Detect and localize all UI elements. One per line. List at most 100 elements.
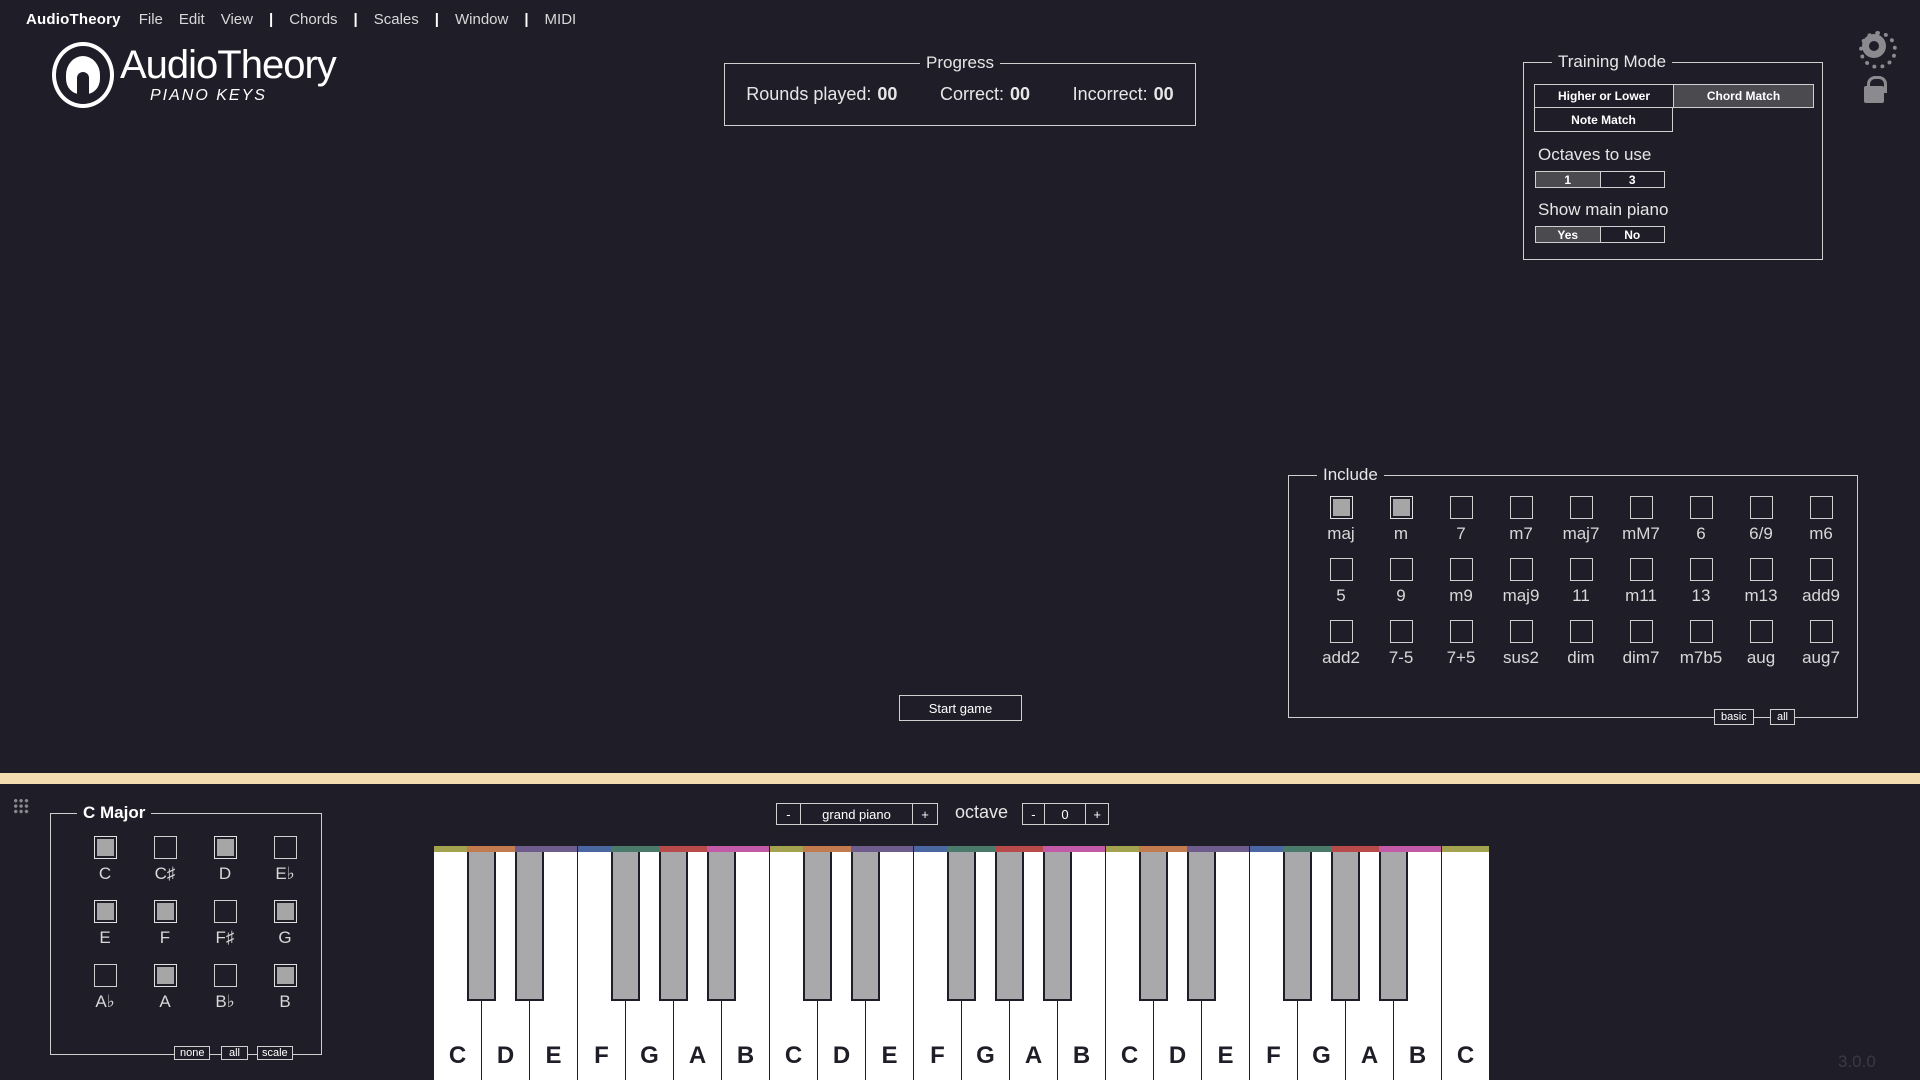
scale-note-option[interactable]: A xyxy=(135,964,195,1012)
mode-chord-match[interactable]: Chord Match xyxy=(1674,85,1813,107)
app-menu[interactable]: AudioTheory xyxy=(26,11,121,28)
chord-option[interactable]: maj7 xyxy=(1551,496,1611,544)
include-basic-button[interactable]: basic xyxy=(1714,709,1754,725)
scale-note-checkbox[interactable] xyxy=(153,964,177,987)
chord-checkbox[interactable] xyxy=(1449,620,1473,643)
chord-checkbox[interactable] xyxy=(1389,620,1413,643)
chord-option[interactable]: 7-5 xyxy=(1371,620,1431,668)
chord-checkbox[interactable] xyxy=(1389,496,1413,519)
chord-checkbox[interactable] xyxy=(1629,620,1653,643)
menu-file[interactable]: File xyxy=(139,11,163,28)
instrument-prev-button[interactable]: - xyxy=(777,804,801,824)
chord-checkbox[interactable] xyxy=(1629,496,1653,519)
chord-option[interactable]: m11 xyxy=(1611,558,1671,606)
scale-note-option[interactable]: D xyxy=(195,836,255,884)
grid-icon[interactable] xyxy=(13,798,29,814)
chord-option[interactable]: aug xyxy=(1731,620,1791,668)
piano-black-key[interactable] xyxy=(1043,846,1072,1001)
chord-option[interactable]: dim7 xyxy=(1611,620,1671,668)
chord-checkbox[interactable] xyxy=(1329,620,1353,643)
scale-note-checkbox[interactable] xyxy=(273,964,297,987)
menu-edit[interactable]: Edit xyxy=(179,11,205,28)
menu-midi[interactable]: MIDI xyxy=(545,11,577,28)
chord-option[interactable]: dim xyxy=(1551,620,1611,668)
chord-checkbox[interactable] xyxy=(1749,620,1773,643)
piano-black-key[interactable] xyxy=(1331,846,1360,1001)
piano-black-key[interactable] xyxy=(467,846,496,1001)
chord-option[interactable]: m7 xyxy=(1491,496,1551,544)
scale-note-option[interactable]: G xyxy=(255,900,315,948)
piano-black-key[interactable] xyxy=(1379,846,1408,1001)
scale-scale-button[interactable]: scale xyxy=(257,1046,293,1060)
octaves-option-1[interactable]: 1 xyxy=(1536,172,1601,187)
chord-option[interactable]: 11 xyxy=(1551,558,1611,606)
scale-note-checkbox[interactable] xyxy=(213,964,237,987)
chord-checkbox[interactable] xyxy=(1809,496,1833,519)
scale-note-checkbox[interactable] xyxy=(273,836,297,859)
chord-checkbox[interactable] xyxy=(1689,620,1713,643)
piano-black-key[interactable] xyxy=(1283,846,1312,1001)
start-game-button[interactable]: Start game xyxy=(899,695,1022,721)
piano-black-key[interactable] xyxy=(515,846,544,1001)
chord-option[interactable]: 9 xyxy=(1371,558,1431,606)
piano-black-key[interactable] xyxy=(947,846,976,1001)
chord-checkbox[interactable] xyxy=(1509,620,1533,643)
chord-option[interactable]: 13 xyxy=(1671,558,1731,606)
chord-checkbox[interactable] xyxy=(1569,558,1593,581)
include-all-button[interactable]: all xyxy=(1770,709,1796,725)
scale-note-checkbox[interactable] xyxy=(213,836,237,859)
piano-white-key[interactable]: C xyxy=(1442,846,1490,1080)
chord-option[interactable]: sus2 xyxy=(1491,620,1551,668)
chord-option[interactable]: add9 xyxy=(1791,558,1851,606)
piano-black-key[interactable] xyxy=(803,846,832,1001)
chord-option[interactable]: add2 xyxy=(1311,620,1371,668)
show-piano-yes[interactable]: Yes xyxy=(1536,227,1601,242)
octave-increment-button[interactable]: + xyxy=(1086,804,1108,824)
piano-black-key[interactable] xyxy=(1139,846,1168,1001)
chord-option[interactable]: m xyxy=(1371,496,1431,544)
menu-view[interactable]: View xyxy=(221,11,253,28)
piano-black-key[interactable] xyxy=(611,846,640,1001)
chord-checkbox[interactable] xyxy=(1389,558,1413,581)
chord-checkbox[interactable] xyxy=(1749,558,1773,581)
chord-option[interactable]: 7 xyxy=(1431,496,1491,544)
scale-note-option[interactable]: F xyxy=(135,900,195,948)
octave-decrement-button[interactable]: - xyxy=(1023,804,1045,824)
scale-note-checkbox[interactable] xyxy=(93,964,117,987)
chord-option[interactable]: m6 xyxy=(1791,496,1851,544)
menu-scales[interactable]: Scales xyxy=(374,11,419,28)
scale-all-button[interactable]: all xyxy=(221,1046,249,1060)
chord-checkbox[interactable] xyxy=(1329,558,1353,581)
chord-option[interactable]: 6 xyxy=(1671,496,1731,544)
chord-checkbox[interactable] xyxy=(1569,496,1593,519)
scale-note-checkbox[interactable] xyxy=(213,900,237,923)
chord-checkbox[interactable] xyxy=(1689,558,1713,581)
scale-note-checkbox[interactable] xyxy=(93,836,117,859)
scale-note-checkbox[interactable] xyxy=(93,900,117,923)
gear-icon[interactable] xyxy=(1859,31,1897,69)
chord-checkbox[interactable] xyxy=(1509,496,1533,519)
chord-option[interactable]: maj xyxy=(1311,496,1371,544)
menu-window[interactable]: Window xyxy=(455,11,508,28)
scale-note-option[interactable]: E♭ xyxy=(255,836,315,884)
chord-option[interactable]: maj9 xyxy=(1491,558,1551,606)
piano-black-key[interactable] xyxy=(1187,846,1216,1001)
chord-option[interactable]: m9 xyxy=(1431,558,1491,606)
mode-note-match[interactable]: Note Match xyxy=(1535,108,1672,131)
chord-option[interactable]: m13 xyxy=(1731,558,1791,606)
chord-option[interactable]: mM7 xyxy=(1611,496,1671,544)
octaves-option-3[interactable]: 3 xyxy=(1601,172,1665,187)
piano-black-key[interactable] xyxy=(851,846,880,1001)
scale-note-option[interactable]: B xyxy=(255,964,315,1012)
scale-note-option[interactable]: C♯ xyxy=(135,836,195,884)
chord-checkbox[interactable] xyxy=(1509,558,1533,581)
chord-option[interactable]: aug7 xyxy=(1791,620,1851,668)
chord-checkbox[interactable] xyxy=(1449,558,1473,581)
chord-checkbox[interactable] xyxy=(1809,558,1833,581)
chord-option[interactable]: 6/9 xyxy=(1731,496,1791,544)
chord-checkbox[interactable] xyxy=(1689,496,1713,519)
scale-note-option[interactable]: A♭ xyxy=(75,964,135,1012)
menu-chords[interactable]: Chords xyxy=(289,11,337,28)
chord-checkbox[interactable] xyxy=(1749,496,1773,519)
scale-note-checkbox[interactable] xyxy=(273,900,297,923)
